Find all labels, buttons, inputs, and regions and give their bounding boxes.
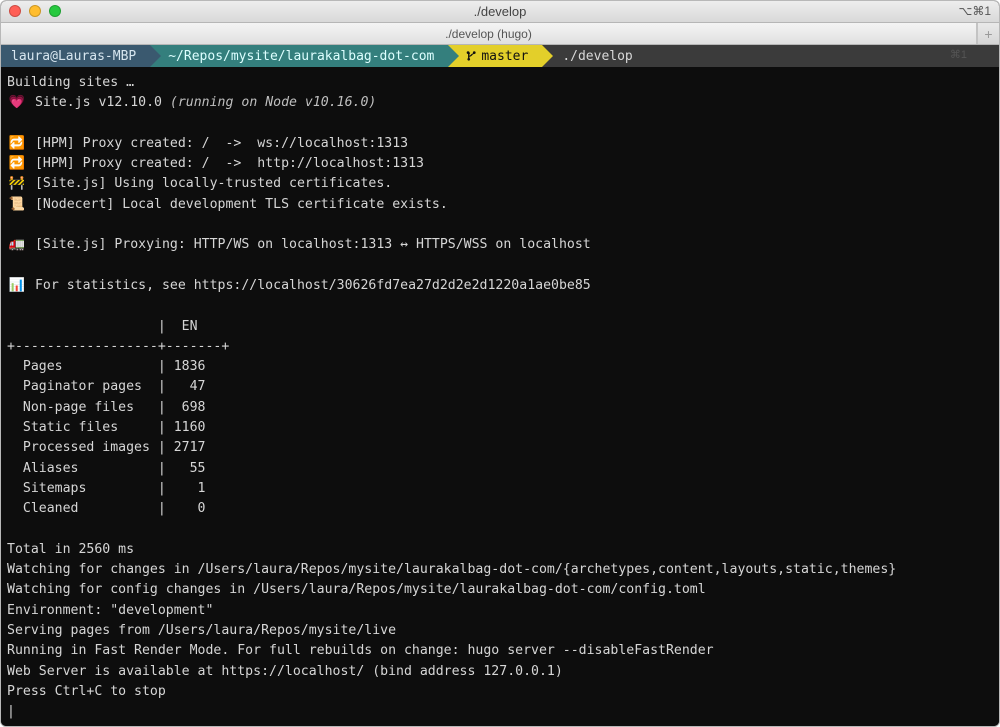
out-certs: [Site.js] Using locally-trusted certific… — [27, 176, 392, 191]
prompt-branch: master — [481, 49, 528, 64]
cursor: | — [7, 704, 15, 719]
scroll-icon: 📜 — [7, 195, 27, 215]
table-row: Cleaned | 0 — [7, 501, 221, 516]
out-stats: For statistics, see https://localhost/30… — [27, 278, 591, 293]
table-header: | EN — [7, 319, 221, 334]
out-nodecert: [Nodecert] Local development TLS certifi… — [27, 197, 448, 212]
prompt-branch-segment: master — [448, 45, 542, 67]
out-environment: Environment: "development" — [7, 603, 213, 618]
out-total: Total in 2560 ms — [7, 542, 134, 557]
prompt-path: ~/Repos/mysite/laurakalbag-dot-com — [150, 45, 448, 67]
prompt-user-host: laura@Lauras-MBP — [1, 45, 150, 67]
tab-develop[interactable]: ./develop (hugo) — [1, 23, 977, 44]
chart-icon: 📊 — [7, 276, 27, 296]
out-webserver: Web Server is available at https://local… — [7, 664, 563, 679]
out-node-version: (running on Node v10.16.0) — [170, 95, 376, 110]
loop-icon: 🔁 — [7, 134, 27, 154]
window-title: ./develop — [474, 4, 527, 19]
out-serving: Serving pages from /Users/laura/Repos/my… — [7, 623, 396, 638]
table-row: Paginator pages | 47 — [7, 379, 221, 394]
table-row: Pages | 1836 — [7, 359, 221, 374]
traffic-lights — [9, 5, 61, 17]
minimize-icon[interactable] — [29, 5, 41, 17]
terminal-window: ./develop ⌥⌘1 ./develop (hugo) + ⌘1 laur… — [0, 0, 1000, 727]
table-row: Non-page files | 698 — [7, 400, 221, 415]
out-proxying: [Site.js] Proxying: HTTP/WS on localhost… — [27, 237, 591, 252]
loop-icon: 🔁 — [7, 154, 27, 174]
table-row: Processed images | 2717 — [7, 440, 221, 455]
prompt-command: ./develop — [542, 49, 632, 64]
out-building: Building sites … — [7, 75, 134, 90]
heart-icon: 💗 — [7, 93, 27, 113]
prompt-bar: laura@Lauras-MBP ~/Repos/mysite/laurakal… — [1, 45, 999, 67]
table-rule: +------------------+-------+ — [7, 339, 229, 354]
truck-icon: 🚛 — [7, 235, 27, 255]
out-watch-config: Watching for config changes in /Users/la… — [7, 582, 706, 597]
terminal-output[interactable]: Building sites … 💗 Site.js v12.10.0 (run… — [1, 67, 999, 727]
table-row: Static files | 1160 — [7, 420, 221, 435]
table-row: Sitemaps | 1 — [7, 481, 221, 496]
git-branch-icon — [466, 50, 477, 62]
tab-shortcut: ⌘1 — [950, 48, 967, 61]
window-shortcut: ⌥⌘1 — [958, 4, 991, 18]
new-tab-button[interactable]: + — [977, 23, 999, 44]
tab-bar: ./develop (hugo) + ⌘1 — [1, 23, 999, 45]
table-row: Aliases | 55 — [7, 461, 221, 476]
out-proxy-http: [HPM] Proxy created: / -> http://localho… — [27, 156, 424, 171]
out-site-version: Site.js v12.10.0 — [27, 95, 170, 110]
out-fastrender: Running in Fast Render Mode. For full re… — [7, 643, 714, 658]
construction-icon: 🚧 — [7, 174, 27, 194]
tab-label: ./develop (hugo) — [445, 27, 532, 41]
title-bar: ./develop ⌥⌘1 — [1, 1, 999, 23]
out-stop: Press Ctrl+C to stop — [7, 684, 166, 699]
zoom-icon[interactable] — [49, 5, 61, 17]
out-proxy-ws: [HPM] Proxy created: / -> ws://localhost… — [27, 136, 408, 151]
out-watch-changes: Watching for changes in /Users/laura/Rep… — [7, 562, 896, 577]
close-icon[interactable] — [9, 5, 21, 17]
